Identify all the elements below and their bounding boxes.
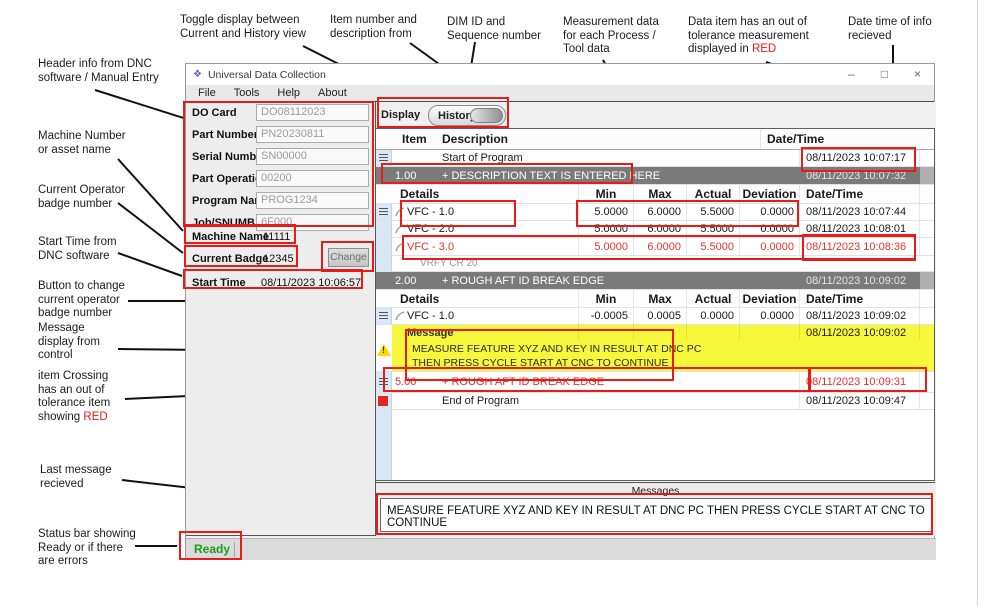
table-header-row: Item Description Date/Time <box>376 129 935 150</box>
program-name-input[interactable]: PROG1234 <box>256 192 369 209</box>
annotation-status-bar: Status bar showingReady or if thereare e… <box>38 528 136 569</box>
col-description: Description <box>434 132 760 146</box>
page-edge-line <box>977 0 978 606</box>
edit-mark-icon <box>394 206 406 218</box>
annotation-dim-id: DIM ID andSequence number <box>447 16 541 43</box>
row-start-of-program[interactable]: Start of Program 08/11/2023 10:07:17 <box>376 150 935 167</box>
start-time-row: Start Time 08/11/2023 10:06:57 <box>186 274 374 294</box>
annotation-toggle-display: Toggle display betweenCurrent and Histor… <box>180 14 306 41</box>
annotation-measurement-data: Measurement datafor each Process /Tool d… <box>563 16 659 57</box>
row-vfc-1[interactable]: VFC - 1.0 5.0000 6.0000 5.5000 0.0000 08… <box>376 204 935 221</box>
display-label: Display <box>381 109 420 121</box>
row-group-2[interactable]: 2.00 + ROUGH AFT ID BREAK EDGE 08/11/202… <box>376 272 935 290</box>
do-card-input[interactable]: DO08112023 <box>256 104 369 121</box>
row-end-of-program[interactable]: End of Program 08/11/2023 10:09:47 <box>376 393 935 410</box>
annotation-last-message: Last messagerecieved <box>40 464 112 491</box>
window-title: Universal Data Collection <box>208 69 326 81</box>
row-handle-icon[interactable] <box>379 312 388 320</box>
field-serial-number: Serial Number SN00000 <box>186 148 374 168</box>
row-vrfy-note: VRFY CR 20 <box>376 256 935 272</box>
row-handle-icon[interactable] <box>379 154 388 162</box>
minimize-icon[interactable]: – <box>835 64 868 85</box>
row-group-5-out-of-tolerance[interactable]: 5.00 + ROUGH AFT ID BREAK EDGE 08/11/202… <box>376 372 935 393</box>
field-do-card: DO Card DO08112023 <box>186 104 374 124</box>
status-bar: Ready <box>186 538 936 560</box>
messages-panel-title: Messages <box>376 482 935 498</box>
row-handle-icon[interactable] <box>379 378 388 386</box>
menu-help[interactable]: Help <box>277 87 300 99</box>
history-toggle[interactable]: History <box>428 105 506 126</box>
annotation-item-crossing: item Crossinghas an out oftolerance item… <box>38 370 110 424</box>
annotated-screenshot: Toggle display betweenCurrent and Histor… <box>0 0 984 612</box>
annotation-start-time: Start Time fromDNC software <box>38 236 117 263</box>
title-bar: ❖ Universal Data Collection – □ × <box>186 64 934 85</box>
app-icon: ❖ <box>193 69 202 80</box>
annotation-machine-number: Machine Numberor asset name <box>38 130 126 157</box>
stop-square-icon <box>378 396 388 406</box>
machine-name-value: 11111 <box>263 231 290 243</box>
status-ready-text: Ready <box>194 542 230 556</box>
part-operation-input[interactable]: 00200 <box>256 170 369 187</box>
annotation-item-number: Item number anddescription from <box>330 14 417 41</box>
col-datetime: Date/Time <box>760 129 935 149</box>
detail-header-row: Details Min Max Actual Deviation Date/Ti… <box>376 185 935 204</box>
row-message-label: Message 08/11/2023 10:09:02 <box>376 325 935 340</box>
row-handle-icon[interactable] <box>379 208 388 216</box>
menu-bar: File Tools Help About <box>186 85 934 102</box>
menu-file[interactable]: File <box>198 87 216 99</box>
annotation-current-operator: Current Operatorbadge number <box>38 184 125 211</box>
warning-icon <box>377 344 391 356</box>
status-separator <box>234 542 235 557</box>
start-time-value: 08/11/2023 10:06:57 <box>261 277 361 289</box>
window-content: DO Card DO08112023 Part Number PN2023081… <box>186 102 934 536</box>
current-badge-value: 12345 <box>263 253 294 265</box>
annotation-change-button: Button to changecurrent operatorbadge nu… <box>38 280 125 321</box>
current-badge-label: Current Badge <box>192 253 268 265</box>
machine-name-label: Machine Name <box>192 231 269 243</box>
display-bar: Display History <box>376 102 936 128</box>
header-panel: DO Card DO08112023 Part Number PN2023081… <box>186 102 374 536</box>
field-label: DO Card <box>192 107 237 119</box>
row-vfc-4[interactable]: VFC - 1.0 -0.0005 0.0005 0.0000 0.0000 0… <box>376 308 935 325</box>
annotation-out-of-tolerance: Data item has an out oftolerance measure… <box>688 16 809 57</box>
edit-mark-icon <box>394 241 406 253</box>
edit-mark-icon <box>394 310 406 322</box>
toggle-knob-icon[interactable] <box>470 108 503 123</box>
detail-header-row: Details Min Max Actual Deviation Date/Ti… <box>376 290 935 308</box>
row-group-1[interactable]: 1.00 + DESCRIPTION TEXT IS ENTERED HERE … <box>376 167 935 185</box>
row-vfc-3-out-of-tolerance[interactable]: VFC - 3.0 5.0000 6.0000 5.5000 0.0000 08… <box>376 238 935 256</box>
field-program-name: Program Name PROG1234 <box>186 192 374 212</box>
col-item: Item <box>392 132 434 146</box>
annotation-date-time: Date time of inforecieved <box>848 16 932 43</box>
serial-number-input[interactable]: SN00000 <box>256 148 369 165</box>
change-badge-button[interactable]: Change <box>328 248 369 267</box>
edit-mark-icon <box>394 223 406 235</box>
field-part-operation: Part Operation 00200 <box>186 170 374 190</box>
app-window: ❖ Universal Data Collection – □ × File T… <box>185 63 935 560</box>
field-part-number: Part Number PN20230811 <box>186 126 374 146</box>
part-number-input[interactable]: PN20230811 <box>256 126 369 143</box>
annotation-header-info: Header info from DNCsoftware / Manual En… <box>38 58 159 85</box>
close-icon[interactable]: × <box>901 64 934 85</box>
field-label: Part Number <box>192 129 258 141</box>
history-table: Item Description Date/Time Start of Prog… <box>376 128 935 481</box>
start-time-label: Start Time <box>192 277 246 289</box>
machine-name-row: Machine Name 11111 <box>186 228 374 248</box>
annotation-message-display: Messagedisplay fromcontrol <box>38 322 100 363</box>
row-message-body: MEASURE FEATURE XYZ AND KEY IN RESULT AT… <box>376 340 935 372</box>
last-message-box: MEASURE FEATURE XYZ AND KEY IN RESULT AT… <box>380 498 932 532</box>
data-panel: Display History Item Description Date/Ti… <box>375 102 936 536</box>
menu-about[interactable]: About <box>318 87 347 99</box>
maximize-icon[interactable]: □ <box>868 64 901 85</box>
menu-tools[interactable]: Tools <box>234 87 260 99</box>
row-vfc-2[interactable]: VFC - 2.0 5.0000 6.0000 5.5000 0.0000 08… <box>376 221 935 238</box>
